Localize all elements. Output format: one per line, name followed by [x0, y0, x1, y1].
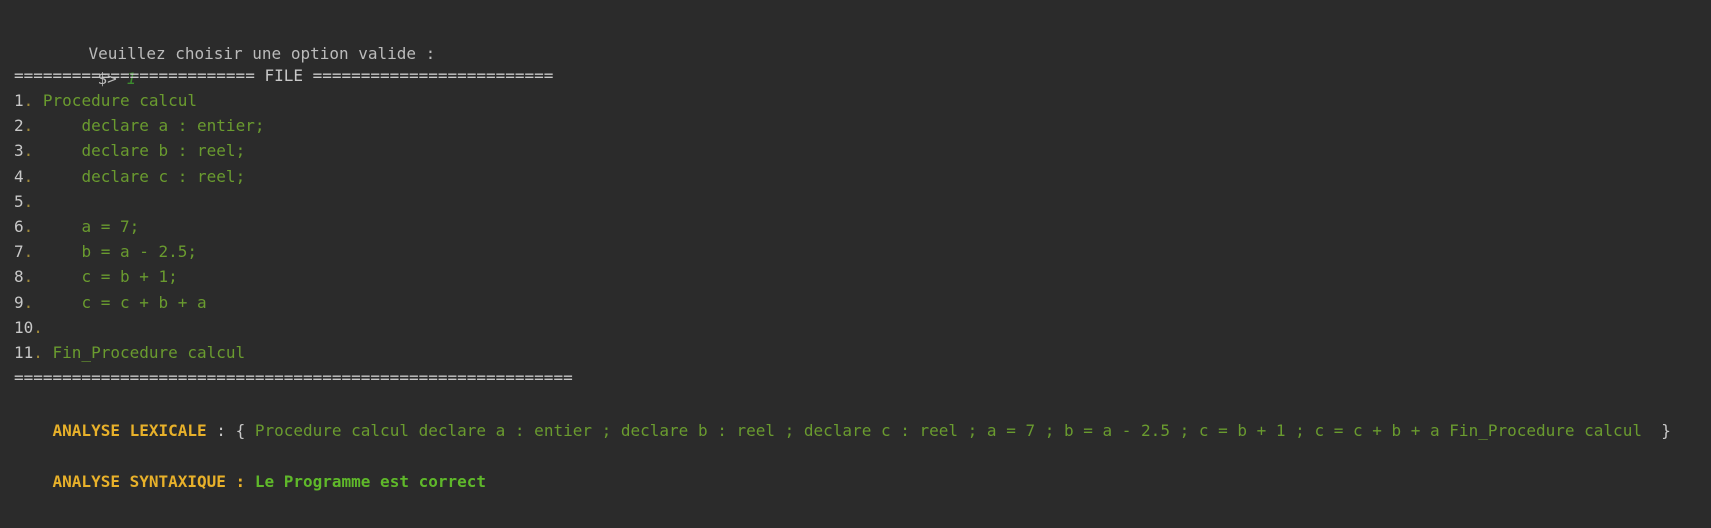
line-code: Procedure calcul	[42, 91, 198, 110]
file-line: 6. a = 7;	[14, 213, 139, 241]
line-number-dot: .	[23, 267, 43, 287]
prompt-text: Veuillez choisir une option valide :	[88, 43, 436, 63]
line-number-dot: .	[23, 191, 43, 211]
line-code: declare b : reel;	[42, 141, 246, 161]
file-line: 9. c = c + b + a	[14, 289, 207, 317]
file-line: 10.	[14, 314, 53, 342]
line-number: 8	[14, 267, 24, 287]
line-code: a = 7;	[42, 217, 140, 236]
line-code: Fin_Procedure calcul	[52, 343, 246, 362]
lexical-tokens: Procedure calcul declare a : entier ; de…	[254, 420, 1652, 440]
line-number: 5	[14, 191, 24, 211]
lexical-separator: :	[206, 420, 236, 440]
line-number-dot: .	[23, 141, 43, 161]
line-number-dot: .	[33, 343, 53, 362]
file-line: 4. declare c : reel;	[14, 163, 245, 191]
line-number-dot: .	[23, 166, 43, 186]
line-number: 9	[14, 292, 24, 312]
file-header: ========================= FILE =========…	[14, 66, 554, 85]
file-line: 11. Fin_Procedure calcul	[14, 339, 245, 367]
line-number: 1	[14, 91, 24, 110]
file-line: 3. declare b : reel;	[14, 137, 245, 165]
line-code: b = a - 2.5;	[42, 242, 198, 262]
lexical-label: ANALYSE LEXICALE	[52, 420, 207, 440]
lexical-open-brace: {	[235, 420, 255, 440]
line-code: c = b + 1;	[42, 267, 178, 287]
line-number: 11	[14, 343, 34, 362]
lexical-analysis: ANALYSE LEXICALE : { Procedure calcul de…	[14, 389, 1671, 440]
line-number-dot: .	[23, 292, 43, 312]
line-number: 6	[14, 217, 24, 236]
line-number: 2	[14, 116, 24, 136]
syntax-label: ANALYSE SYNTAXIQUE :	[52, 471, 255, 491]
line-code: c = c + b + a	[42, 292, 207, 312]
console-output: Veuillez choisir une option valide : $> …	[0, 0, 1711, 528]
line-code: declare c : reel;	[42, 166, 246, 186]
prompt-line: $> 1	[59, 37, 137, 88]
line-number-dot: .	[23, 242, 43, 262]
line-number-dot: .	[33, 317, 53, 337]
line-number-dot: .	[23, 91, 43, 110]
line-number-dot: .	[23, 116, 43, 136]
line-number: 7	[14, 242, 24, 262]
line-number: 10	[14, 317, 34, 337]
file-footer: ========================================…	[14, 368, 573, 387]
line-number: 4	[14, 166, 24, 186]
file-line: 8. c = b + 1;	[14, 263, 178, 291]
syntax-result: Le Programme est correct	[254, 471, 487, 491]
file-line: 5.	[14, 188, 43, 216]
line-code: declare a : entier;	[42, 116, 265, 136]
line-number-dot: .	[23, 217, 43, 236]
line-number: 3	[14, 141, 24, 161]
file-line: 2. declare a : entier;	[14, 112, 264, 140]
syntax-analysis: ANALYSE SYNTAXIQUE : Le Programme est co…	[14, 440, 486, 491]
file-line: 7. b = a - 2.5;	[14, 238, 197, 266]
lexical-close-brace: }	[1651, 420, 1671, 440]
file-line: 1. Procedure calcul	[14, 87, 197, 115]
prompt-message: Veuillez choisir une option valide :	[50, 12, 436, 63]
